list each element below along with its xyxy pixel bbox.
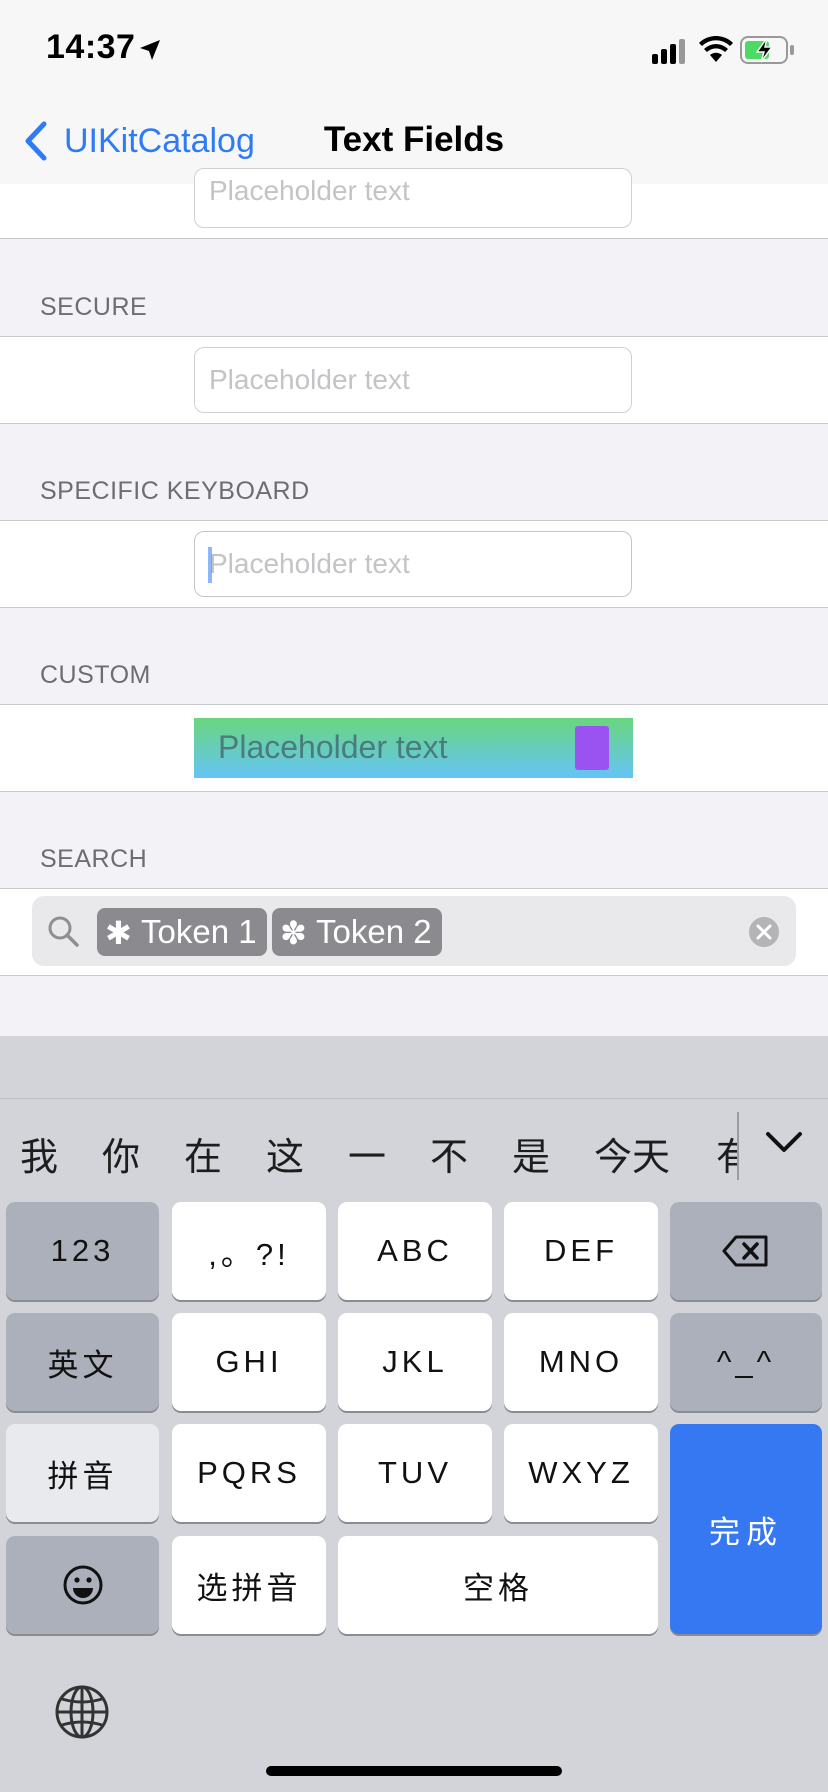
key-wxyz[interactable]: WXYZ [504,1424,658,1522]
key-def[interactable]: DEF [504,1202,658,1300]
candidate[interactable]: 今天 [594,1126,670,1181]
candidate[interactable]: 你 [102,1126,140,1181]
token-label: Token 1 [141,913,257,950]
specific-keyboard-placeholder: Placeholder text [209,548,410,579]
key-ghi[interactable]: GHI [172,1313,326,1411]
key-abc[interactable]: ABC [338,1202,492,1300]
location-arrow-icon [140,40,160,60]
key-tuv[interactable]: TUV [338,1424,492,1522]
candidate[interactable]: 这 [266,1126,304,1181]
candidate-divider [737,1112,739,1180]
section-header-custom: CUSTOM [40,661,151,689]
asterisk-icon: ✱ [105,915,132,951]
done-key[interactable]: 完成 [670,1424,822,1634]
status-time: 14:37 [46,28,136,66]
cellular-signal-icon [652,39,685,64]
clear-icon[interactable] [748,916,780,948]
custom-cell: Placeholder text [0,704,828,792]
section-header-secure: SECURE [40,293,148,321]
candidate[interactable]: 一 [348,1126,386,1181]
candidate[interactable]: 我 [20,1126,58,1181]
partial-text-field[interactable]: Placeholder text [194,168,632,228]
specific-keyboard-text-field[interactable]: Placeholder text [194,531,632,597]
secure-cell: Placeholder text [0,336,828,424]
key-jkl[interactable]: JKL [338,1313,492,1411]
key-123[interactable]: 123 [6,1202,159,1300]
key-english[interactable]: 英文 [6,1313,159,1411]
search-token-1[interactable]: ✱ Token 1 [97,908,267,956]
custom-text-field[interactable]: Placeholder text [194,718,633,778]
candidate[interactable]: 在 [184,1126,222,1181]
home-indicator [266,1766,562,1776]
emoji-icon [63,1565,102,1605]
flower-icon: ✽ [280,915,307,951]
backspace-key[interactable] [670,1202,822,1300]
specific-keyboard-cell: Placeholder text [0,520,828,608]
key-emoticon[interactable]: ^_^ [670,1313,822,1411]
candidate[interactable]: 不 [430,1126,468,1181]
section-header-specific-keyboard: SPECIFIC KEYBOARD [40,477,310,505]
partial-cell: Placeholder text [0,168,828,239]
search-text-field[interactable]: ✱ Token 1 ✽ Token 2 [32,896,796,966]
wifi-icon [699,36,733,62]
emoji-key[interactable] [6,1536,159,1634]
battery-charging-icon [740,36,794,64]
section-header-search: SEARCH [40,845,148,873]
key-pqrs[interactable]: PQRS [172,1424,326,1522]
key-pinyin[interactable]: 拼音 [6,1424,159,1522]
secure-text-field[interactable]: Placeholder text [194,347,632,413]
custom-right-view[interactable] [575,726,609,770]
collapse-chevron-icon[interactable] [764,1130,804,1156]
space-key[interactable]: 空格 [338,1536,658,1634]
key-mno[interactable]: MNO [504,1313,658,1411]
key-punctuation[interactable]: ,。?! [172,1202,326,1300]
candidate[interactable]: 有 [716,1126,738,1181]
key-select-pinyin[interactable]: 选拼音 [172,1536,326,1634]
globe-icon[interactable] [54,1684,110,1740]
text-cursor [208,547,212,583]
custom-placeholder: Placeholder text [218,729,448,765]
token-label: Token 2 [316,913,432,950]
search-icon [48,916,79,947]
backspace-icon [722,1235,768,1267]
search-token-2[interactable]: ✽ Token 2 [272,908,442,956]
candidate[interactable]: 是 [512,1126,550,1181]
page-title: Text Fields [323,120,505,159]
